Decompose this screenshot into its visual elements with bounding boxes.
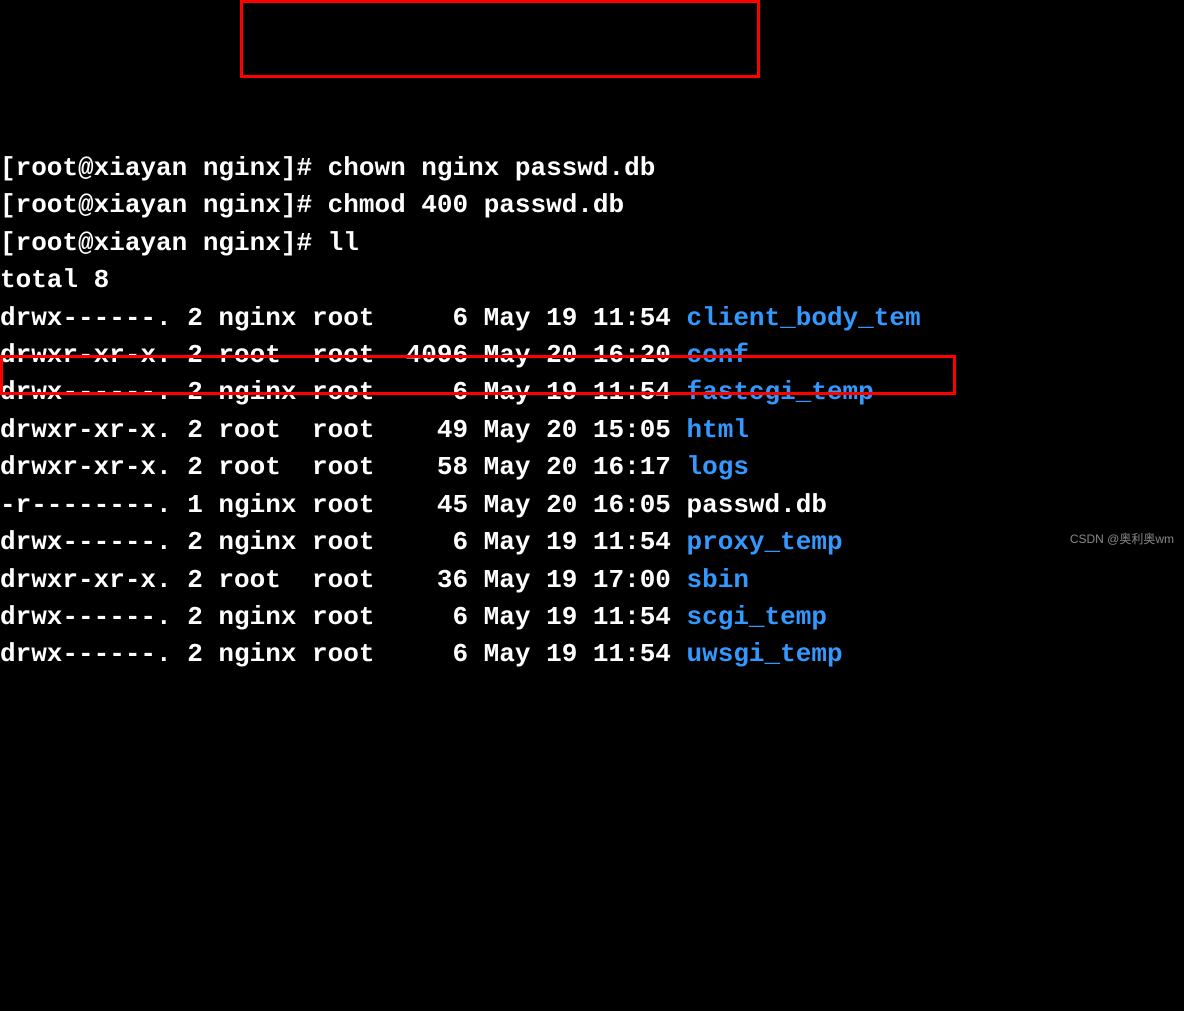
directory-name: scgi_temp <box>687 602 827 632</box>
watermark: CSDN @奥利奥wm <box>1070 531 1174 548</box>
file-listing: drwx------. 2 nginx root 6 May 19 11:54 … <box>0 300 1184 674</box>
highlight-commands <box>240 0 760 78</box>
file-name: passwd.db <box>687 490 827 520</box>
prompt: [root@xiayan nginx]# <box>0 153 312 183</box>
directory-name: logs <box>687 452 749 482</box>
table-row: drwx------. 2 nginx root 6 May 19 11:54 … <box>0 636 1184 673</box>
file-perms: -r--------. 1 nginx root 45 May 20 16:05 <box>0 490 687 520</box>
file-perms: drwx------. 2 nginx root 6 May 19 11:54 <box>0 527 687 557</box>
table-row: -r--------. 1 nginx root 45 May 20 16:05… <box>0 487 1184 524</box>
directory-name: uwsgi_temp <box>687 639 843 669</box>
file-perms: drwxr-xr-x. 2 root root 49 May 20 15:05 <box>0 415 687 445</box>
table-row: drwxr-xr-x. 2 root root 4096 May 20 16:2… <box>0 337 1184 374</box>
directory-name: conf <box>687 340 749 370</box>
directory-name: client_body_tem <box>687 303 921 333</box>
command-chmod: chmod 400 passwd.db <box>312 190 624 220</box>
table-row: drwx------. 2 nginx root 6 May 19 11:54 … <box>0 374 1184 411</box>
file-perms: drwxr-xr-x. 2 root root 36 May 19 17:00 <box>0 565 687 595</box>
table-row: drwxr-xr-x. 2 root root 49 May 20 15:05 … <box>0 412 1184 449</box>
table-row: drwx------. 2 nginx root 6 May 19 11:54 … <box>0 524 1184 561</box>
file-perms: drwxr-xr-x. 2 root root 4096 May 20 16:2… <box>0 340 687 370</box>
file-perms: drwxr-xr-x. 2 root root 58 May 20 16:17 <box>0 452 687 482</box>
file-perms: drwx------. 2 nginx root 6 May 19 11:54 <box>0 303 687 333</box>
table-row: drwx------. 2 nginx root 6 May 19 11:54 … <box>0 599 1184 636</box>
terminal-output: [root@xiayan nginx]# chown nginx passwd.… <box>0 150 1184 674</box>
directory-name: fastcgi_temp <box>687 377 874 407</box>
prompt: [root@xiayan nginx]# <box>0 190 312 220</box>
table-row: drwxr-xr-x. 2 root root 58 May 20 16:17 … <box>0 449 1184 486</box>
total-line: total 8 <box>0 262 1184 299</box>
command-ll: ll <box>312 228 359 258</box>
table-row: drwxr-xr-x. 2 root root 36 May 19 17:00 … <box>0 562 1184 599</box>
directory-name: sbin <box>687 565 749 595</box>
file-perms: drwx------. 2 nginx root 6 May 19 11:54 <box>0 602 687 632</box>
prompt: [root@xiayan nginx]# <box>0 228 312 258</box>
file-perms: drwx------. 2 nginx root 6 May 19 11:54 <box>0 639 687 669</box>
table-row: drwx------. 2 nginx root 6 May 19 11:54 … <box>0 300 1184 337</box>
command-chown: chown nginx passwd.db <box>312 153 655 183</box>
directory-name: proxy_temp <box>687 527 843 557</box>
directory-name: html <box>687 415 749 445</box>
file-perms: drwx------. 2 nginx root 6 May 19 11:54 <box>0 377 687 407</box>
